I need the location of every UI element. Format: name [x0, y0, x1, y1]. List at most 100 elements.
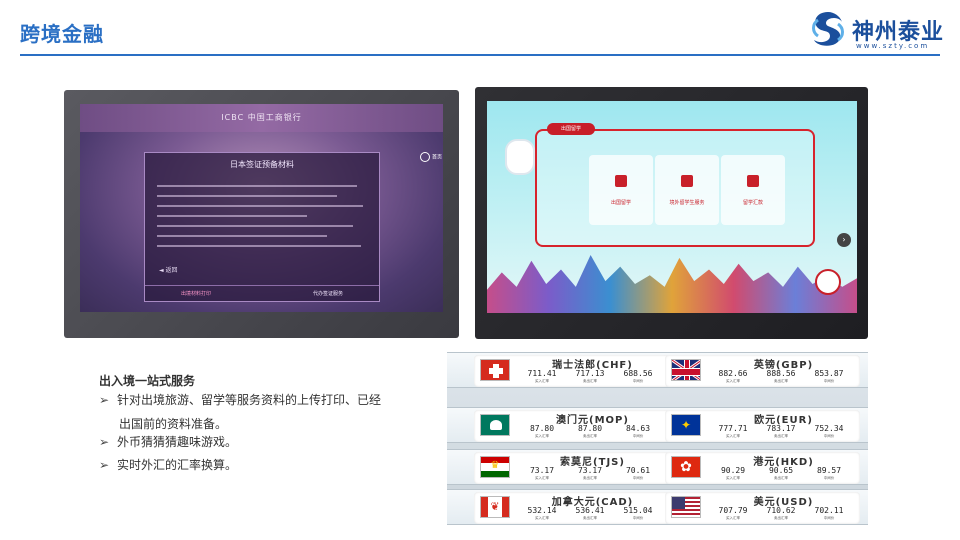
mid-rate: 89.57 — [816, 466, 842, 475]
swiss-flag-icon — [480, 359, 510, 381]
passport-icon — [615, 175, 627, 187]
menu-card-label: 境外留学生服务 — [669, 200, 705, 206]
services-title: 出入境一站式服务 — [99, 374, 196, 388]
kiosk-photo-menu: 出国留学 出国留学 境外留学生服务 留学汇款 › — [475, 87, 868, 339]
sell-rate: 536.41 — [575, 506, 605, 515]
buy-rate-label: 买入汇率 — [726, 476, 740, 480]
text-line — [157, 245, 361, 247]
buy-rate-label: 买入汇率 — [535, 434, 549, 438]
sell-rate-label: 卖出汇率 — [583, 476, 597, 480]
company-logo: 神州泰业 www.szty.com — [808, 8, 948, 52]
home-button[interactable]: 首页 — [420, 152, 443, 164]
buy-rate: 882.66 — [718, 369, 748, 378]
rate-cell-eur: 欧元(EUR) 777.71 783.17 752.34 买入汇率 卖出汇率 中… — [665, 410, 860, 442]
buy-rate: 532.14 — [527, 506, 557, 515]
service-item: ➢ 外币猜猜猜趣味游戏。 — [99, 431, 237, 453]
sell-rate: 90.65 — [768, 466, 794, 475]
mid-rate-label: 中间价 — [823, 516, 835, 520]
visa-service-button[interactable]: 代办签证服务 — [313, 290, 343, 297]
mid-rate-label: 中间价 — [632, 476, 644, 480]
buy-rate: 87.80 — [529, 424, 555, 433]
menu-card[interactable]: 出国留学 — [589, 155, 653, 225]
buy-rate: 73.17 — [529, 466, 555, 475]
study-abroad-tab[interactable]: 出国留学 — [547, 123, 595, 135]
service-item-continuation: 出国前的资料准备。 — [119, 417, 228, 431]
menu-card[interactable]: 留学汇款 — [721, 155, 785, 225]
sell-rate: 87.80 — [577, 424, 603, 433]
home-label: 首页 — [432, 154, 443, 161]
back-button[interactable]: ◄ 返回 — [159, 265, 178, 274]
rate-cell-usd: 美元(USD) 707.79 710.62 702.11 买入汇率 卖出汇率 中… — [665, 492, 860, 524]
text-line — [157, 225, 353, 227]
mid-rate-label: 中间价 — [823, 434, 835, 438]
us-flag-icon — [671, 496, 701, 518]
uk-flag-icon — [671, 359, 701, 381]
next-page-icon[interactable]: › — [837, 233, 851, 247]
rate-cell-gbp: 英镑(GBP) 882.66 888.56 853.87 买入汇率 卖出汇率 中… — [665, 355, 860, 387]
bank-name: ICBC 中国工商银行 — [221, 113, 302, 122]
rate-row: 瑞士法郎(CHF) 711.41 717.13 688.56 买入汇率 卖出汇率… — [447, 352, 868, 388]
sell-rate-label: 卖出汇率 — [774, 434, 788, 438]
text-line — [157, 215, 307, 217]
rate-values: 711.41 717.13 688.56 — [522, 369, 663, 379]
eu-flag-icon — [671, 414, 701, 436]
rate-row: 加拿大元(CAD) 532.14 536.41 515.04 买入汇率 卖出汇率… — [447, 489, 868, 525]
buy-rate-label: 买入汇率 — [535, 379, 549, 383]
robot-mascot-icon — [505, 139, 535, 175]
text-line — [157, 235, 327, 237]
building-icon — [747, 175, 759, 187]
sell-rate: 73.17 — [577, 466, 603, 475]
visa-info-panel: 日本签证预备材料 ◄ 返回 出境材料打印 代办签证服务 — [144, 152, 380, 302]
rate-values: 90.29 90.65 89.57 — [713, 466, 854, 476]
kiosk-screen: 出国留学 出国留学 境外留学生服务 留学汇款 › — [487, 101, 857, 313]
macau-flag-icon — [480, 414, 510, 436]
sell-rate-label: 卖出汇率 — [774, 516, 788, 520]
mid-rate: 702.11 — [814, 506, 844, 515]
rate-cell-mop: 澳门元(MOP) 87.80 87.80 84.63 买入汇率 卖出汇率 中间价 — [474, 410, 669, 442]
service-item-text: 针对出境旅游、留学等服务资料的上传打印、已经 — [117, 393, 382, 407]
rate-values: 882.66 888.56 853.87 — [713, 369, 854, 379]
mid-rate-label: 中间价 — [823, 476, 835, 480]
back-label: 返回 — [165, 267, 178, 274]
buy-rate: 707.79 — [718, 506, 748, 515]
rate-cell-cad: 加拿大元(CAD) 532.14 536.41 515.04 买入汇率 卖出汇率… — [474, 492, 669, 524]
rate-cell-tjs: 索莫尼(TJS) 73.17 73.17 70.61 买入汇率 卖出汇率 中间价 — [474, 452, 669, 484]
rate-row: 索莫尼(TJS) 73.17 73.17 70.61 买入汇率 卖出汇率 中间价… — [447, 449, 868, 485]
sell-rate: 888.56 — [766, 369, 796, 378]
text-line — [157, 205, 363, 207]
sell-rate-label: 卖出汇率 — [583, 516, 597, 520]
canada-flag-icon — [480, 496, 510, 518]
visa-panel-title: 日本签证预备材料 — [230, 160, 294, 169]
kiosk-screen: ICBC 中国工商银行 首页 日本签证预备材料 ◄ 返回 出境材料打印 代办签证… — [80, 104, 443, 312]
print-materials-button[interactable]: 出境材料打印 — [181, 290, 211, 297]
service-item: ➢ 针对出境旅游、留学等服务资料的上传打印、已经 — [99, 389, 381, 411]
rate-values: 87.80 87.80 84.63 — [522, 424, 663, 434]
sell-rate: 710.62 — [766, 506, 796, 515]
text-line — [157, 195, 337, 197]
mid-rate: 515.04 — [623, 506, 653, 515]
rate-values: 532.14 536.41 515.04 — [522, 506, 663, 516]
tajik-flag-icon — [480, 456, 510, 478]
buy-rate-label: 买入汇率 — [726, 516, 740, 520]
buy-rate-label: 买入汇率 — [726, 434, 740, 438]
currency-exchange-icon[interactable] — [815, 269, 841, 295]
buy-rate-label: 买入汇率 — [535, 516, 549, 520]
text-line — [157, 185, 357, 187]
mid-rate-label: 中间价 — [823, 379, 835, 383]
exchange-rate-board: 瑞士法郎(CHF) 711.41 717.13 688.56 买入汇率 卖出汇率… — [447, 352, 868, 525]
mid-rate-label: 中间价 — [632, 516, 644, 520]
mid-rate: 853.87 — [814, 369, 844, 378]
city-skyline-graphic — [487, 255, 857, 313]
sell-rate: 717.13 — [575, 369, 605, 378]
bullet-arrow-icon: ➢ — [99, 458, 110, 472]
buy-rate-label: 买入汇率 — [726, 379, 740, 383]
buy-rate-label: 买入汇率 — [535, 476, 549, 480]
mid-rate-label: 中间价 — [632, 379, 644, 383]
bullet-arrow-icon: ➢ — [99, 435, 110, 449]
menu-card[interactable]: 境外留学生服务 — [655, 155, 719, 225]
company-url: www.szty.com — [856, 42, 930, 50]
hongkong-flag-icon — [671, 456, 701, 478]
mid-rate: 752.34 — [814, 424, 844, 433]
sell-rate-label: 卖出汇率 — [774, 379, 788, 383]
service-item-text: 实时外汇的汇率换算。 — [117, 458, 238, 472]
